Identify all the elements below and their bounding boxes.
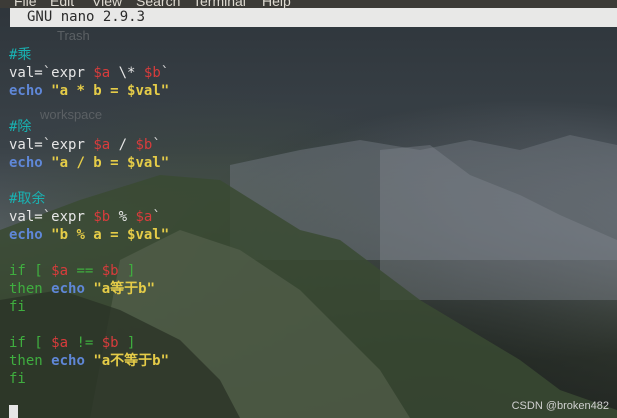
code-line: echo "b % a = $val" (9, 227, 170, 243)
menu-help[interactable]: Help (262, 0, 291, 8)
watermark-text: CSDN @broken482 (511, 400, 609, 412)
menu-edit[interactable]: Edit (50, 0, 74, 8)
code-line: echo "a * b = $val" (9, 83, 170, 99)
desktop-trash-label: Trash (57, 28, 90, 43)
menu-file[interactable]: File (14, 0, 37, 8)
code-line: val=`expr $b % $a` (9, 209, 161, 225)
code-line: if [ $a == $b ] (9, 263, 136, 279)
code-line: then echo "a等于b" (9, 281, 156, 297)
menu-terminal[interactable]: Terminal (193, 0, 246, 8)
code-line: echo "a / b = $val" (9, 155, 170, 171)
text-cursor (9, 405, 18, 418)
code-line: #除 (9, 119, 32, 135)
code-line: fi (9, 299, 26, 315)
nano-version-title: GNU nano 2.9.3 (27, 9, 146, 25)
code-line: val=`expr $a \* $b` (9, 65, 170, 81)
code-line: then echo "a不等于b" (9, 353, 170, 369)
code-line: if [ $a != $b ] (9, 335, 136, 351)
code-line: fi (9, 371, 26, 387)
code-line: #取余 (9, 191, 46, 207)
nano-title-bar: GNU nano 2.9.3 (10, 8, 617, 27)
code-line: val=`expr $a / $b` (9, 137, 161, 153)
terminal-menu-bar: File Edit View Search Terminal Help (0, 0, 617, 8)
desktop-workspace-label: workspace (40, 107, 103, 122)
code-line: #乘 (9, 47, 32, 63)
menu-view[interactable]: View (92, 0, 122, 8)
menu-search[interactable]: Search (136, 0, 180, 8)
